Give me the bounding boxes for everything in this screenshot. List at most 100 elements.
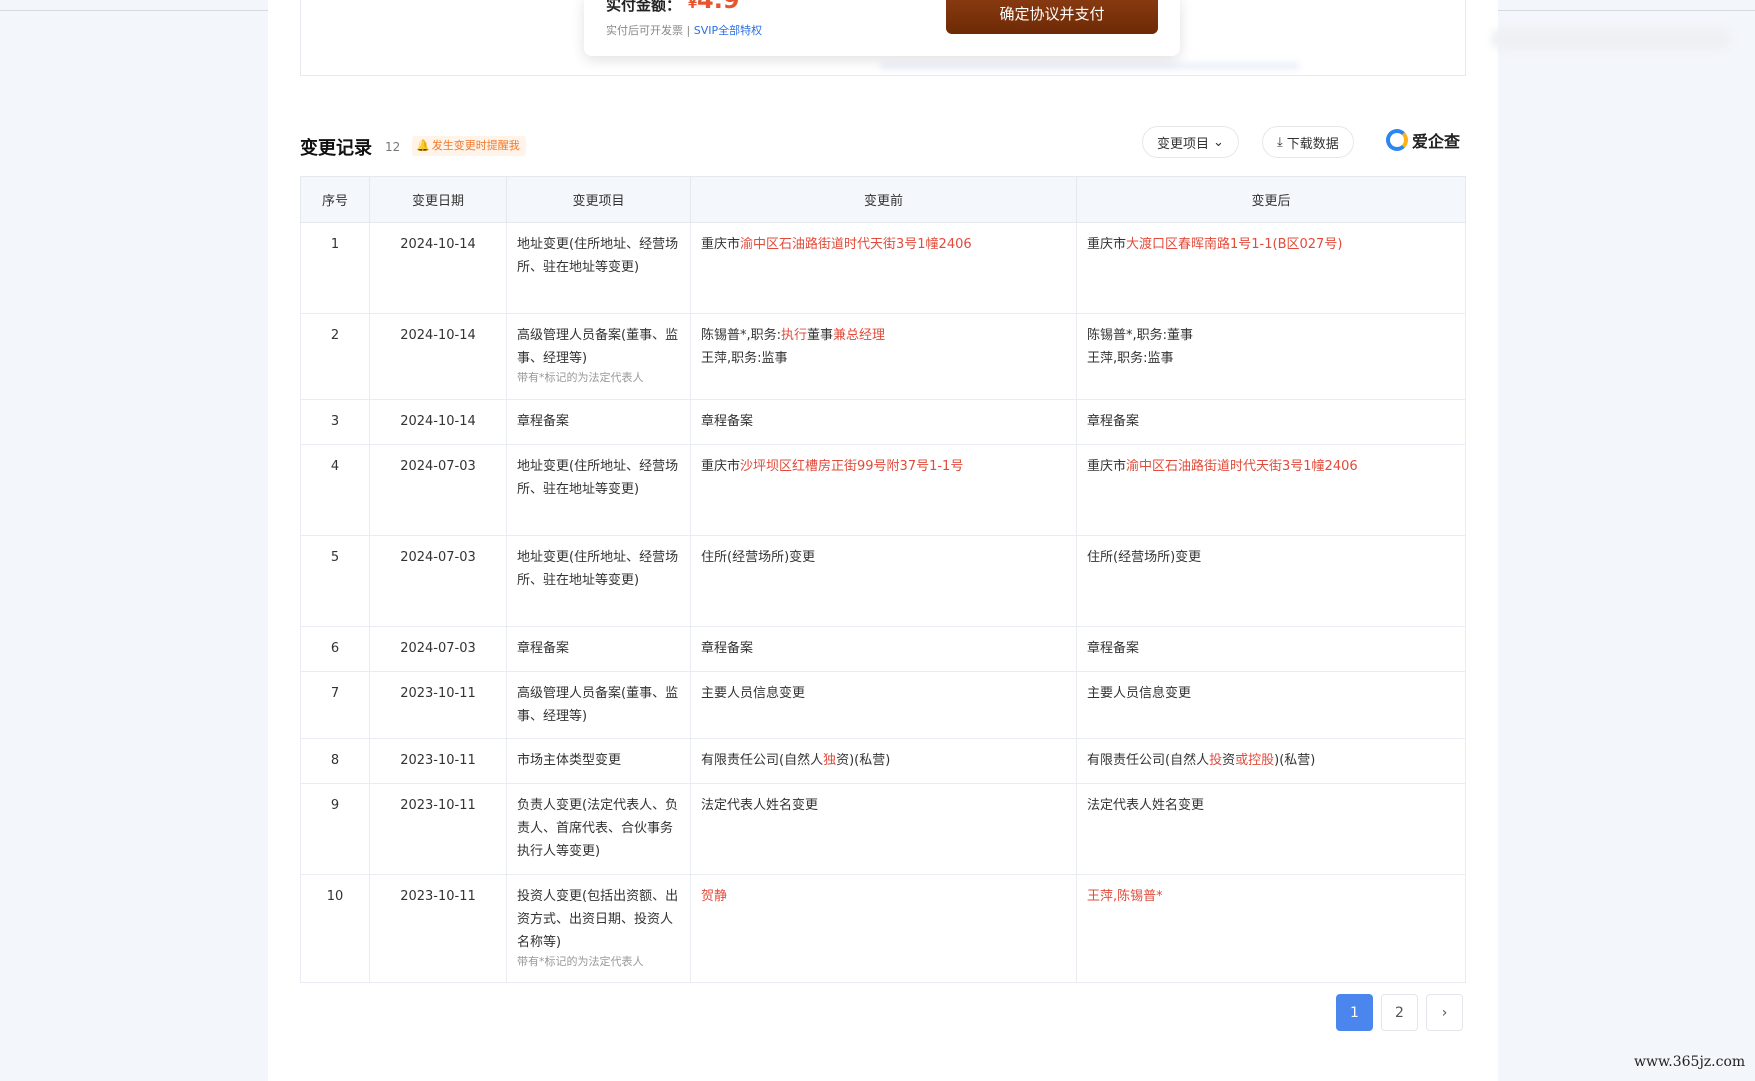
table-header-row: 序号 变更日期 变更项目 变更前 变更后	[300, 176, 1466, 223]
remind-me-button[interactable]: 🔔 发生变更时提醒我	[412, 136, 526, 156]
table-row: 10 2023-10-11 投资人变更(包括出资额、出资方式、出资日期、投资人名…	[300, 874, 1466, 983]
cell-date: 2024-10-14	[369, 313, 507, 400]
cell-no: 1	[300, 222, 370, 314]
text-highlight: 渝中区石油路街道时代天街3号1幢2406	[740, 237, 972, 252]
chevron-right-icon: ›	[1441, 1004, 1448, 1021]
cell-after: 陈锡普*,职务:董事 王萍,职务:监事	[1076, 313, 1466, 400]
cell-item: 高级管理人员备案(董事、监事、经理等)	[506, 671, 691, 739]
cell-no: 10	[300, 874, 370, 983]
cell-no: 4	[300, 444, 370, 536]
cell-item: 高级管理人员备案(董事、监事、经理等) 带有*标记的为法定代表人	[506, 313, 691, 400]
table-row: 7 2023-10-11 高级管理人员备案(董事、监事、经理等) 主要人员信息变…	[300, 671, 1466, 739]
cell-before: 重庆市沙坪坝区红槽房正街99号附37号1-1号	[690, 444, 1077, 536]
section-title: 变更记录	[300, 138, 372, 159]
text-highlight: 渝中区石油路街道时代天街3号1幢2406	[1126, 459, 1358, 474]
cell-date: 2023-10-11	[369, 671, 507, 739]
text-highlight: 独	[823, 753, 837, 768]
text-plain: 重庆市	[701, 459, 741, 474]
before-line-2: 王萍,职务:监事	[701, 351, 788, 366]
text-plain: 有限责任公司(自然人	[1087, 753, 1210, 768]
page-2-button[interactable]: 2	[1381, 994, 1418, 1031]
cell-item: 投资人变更(包括出资额、出资方式、出资日期、投资人名称等) 带有*标记的为法定代表…	[506, 874, 691, 983]
text-highlight: 兼总经理	[833, 328, 886, 343]
cell-before: 住所(经营场所)变更	[690, 535, 1077, 627]
cell-after: 有限责任公司(自然人投资或控股)(私营)	[1076, 738, 1466, 784]
col-header-after: 变更后	[1076, 176, 1466, 223]
cell-item: 地址变更(住所地址、经营场所、驻在地址等变更)	[506, 535, 691, 627]
cell-date: 2024-10-14	[369, 222, 507, 314]
cell-after: 重庆市大渡口区春晖南路1号1-1(B区027号)	[1076, 222, 1466, 314]
cell-no: 9	[300, 783, 370, 875]
item-text: 高级管理人员备案(董事、监事、经理等)	[517, 328, 679, 366]
cell-item: 章程备案	[506, 626, 691, 672]
before-line-1: 陈锡普*,职务:执行董事兼总经理	[701, 324, 1066, 347]
table-row: 2 2024-10-14 高级管理人员备案(董事、监事、经理等) 带有*标记的为法…	[300, 313, 1466, 400]
payment-card: 实付金额： ¥4.9 实付后可开发票 | SVIP全部特权 确定协议并支付	[584, 0, 1180, 56]
cell-after: 章程备案	[1076, 399, 1466, 445]
next-page-button[interactable]: ›	[1426, 994, 1463, 1031]
text-plain: 资	[1222, 753, 1236, 768]
table-row: 9 2023-10-11 负责人变更(法定代表人、负责人、首席代表、合伙事务执行…	[300, 783, 1466, 875]
cell-date: 2023-10-11	[369, 874, 507, 983]
text-plain: 陈锡普*,职务:	[701, 328, 782, 343]
amount-value: 4.9	[697, 0, 740, 14]
change-item-filter[interactable]: 变更项目 ⌄	[1142, 126, 1239, 158]
watermark: www.365jz.com	[1634, 1054, 1746, 1070]
record-count: 12	[385, 140, 401, 154]
cell-date: 2024-07-03	[369, 444, 507, 536]
text-highlight: 执行	[781, 328, 808, 343]
table-row: 3 2024-10-14 章程备案 章程备案 章程备案	[300, 399, 1466, 445]
logo-icon	[1386, 129, 1408, 151]
cell-date: 2024-10-14	[369, 399, 507, 445]
cell-item: 章程备案	[506, 399, 691, 445]
change-records-table: 序号 变更日期 变更项目 变更前 变更后 1 2024-10-14 地址变更(住…	[300, 176, 1466, 983]
download-data-button[interactable]: ⤓ 下载数据	[1262, 126, 1354, 158]
col-header-date: 变更日期	[369, 176, 507, 223]
cell-before: 主要人员信息变更	[690, 671, 1077, 739]
cell-before: 重庆市渝中区石油路街道时代天街3号1幢2406	[690, 222, 1077, 314]
payment-note: 实付后可开发票 | SVIP全部特权	[606, 22, 762, 38]
item-note: 带有*标记的为法定代表人	[517, 371, 644, 384]
cell-date: 2024-07-03	[369, 626, 507, 672]
cell-after: 王萍,陈锡普*	[1076, 874, 1466, 983]
text-highlight: 或控股	[1235, 753, 1275, 768]
cell-no: 3	[300, 399, 370, 445]
cell-no: 6	[300, 626, 370, 672]
pagination: 1 2 ›	[1336, 994, 1463, 1031]
page-1-button[interactable]: 1	[1336, 994, 1373, 1031]
bell-icon: 🔔	[416, 139, 430, 152]
table-row: 4 2024-07-03 地址变更(住所地址、经营场所、驻在地址等变更) 重庆市…	[300, 444, 1466, 536]
col-header-no: 序号	[300, 176, 370, 223]
section-header: 变更记录 12 🔔 发生变更时提醒我 变更项目 ⌄ ⤓ 下载数据 爱企查	[300, 126, 1464, 166]
cell-after: 法定代表人姓名变更	[1076, 783, 1466, 875]
item-text: 投资人变更(包括出资额、出资方式、出资日期、投资人名称等)	[517, 889, 679, 950]
cell-item: 市场主体类型变更	[506, 738, 691, 784]
cell-before: 有限责任公司(自然人独资)(私营)	[690, 738, 1077, 784]
cell-before: 法定代表人姓名变更	[690, 783, 1077, 875]
text-plain: 资)(私营)	[836, 753, 891, 768]
item-note: 带有*标记的为法定代表人	[517, 955, 644, 968]
cell-after: 重庆市渝中区石油路街道时代天街3号1幢2406	[1076, 444, 1466, 536]
cell-before: 章程备案	[690, 399, 1077, 445]
after-line-1: 陈锡普*,职务:董事	[1087, 328, 1194, 343]
cell-date: 2023-10-11	[369, 738, 507, 784]
col-header-item: 变更项目	[506, 176, 691, 223]
cell-item: 地址变更(住所地址、经营场所、驻在地址等变更)	[506, 222, 691, 314]
confirm-pay-button[interactable]: 确定协议并支付	[946, 0, 1158, 34]
svip-link[interactable]: SVIP全部特权	[694, 24, 762, 37]
cell-after: 章程备案	[1076, 626, 1466, 672]
remind-label: 发生变更时提醒我	[431, 139, 520, 152]
cell-no: 8	[300, 738, 370, 784]
text-highlight: 王萍,陈锡普*	[1087, 889, 1163, 904]
table-row: 5 2024-07-03 地址变更(住所地址、经营场所、驻在地址等变更) 住所(…	[300, 535, 1466, 627]
text-plain: )(私营)	[1274, 753, 1316, 768]
note-separator: |	[686, 24, 691, 37]
text-plain: 重庆市	[701, 237, 741, 252]
text-highlight: 沙坪坝区红槽房正街99号附37号1-1号	[740, 459, 964, 474]
cell-no: 7	[300, 671, 370, 739]
cell-before: 贺静	[690, 874, 1077, 983]
blurred-content-lower	[880, 62, 1300, 70]
table-row: 1 2024-10-14 地址变更(住所地址、经营场所、驻在地址等变更) 重庆市…	[300, 222, 1466, 314]
text-plain: 有限责任公司(自然人	[701, 753, 824, 768]
cell-after: 主要人员信息变更	[1076, 671, 1466, 739]
